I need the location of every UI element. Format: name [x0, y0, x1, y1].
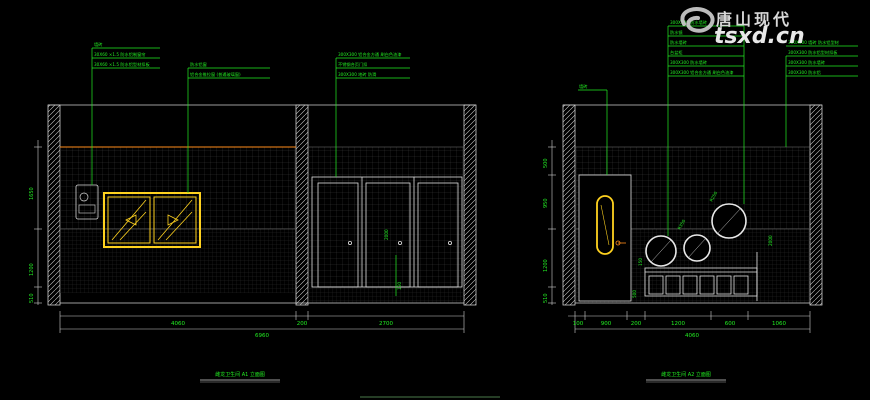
left-view-title: 雌龙卫生间 A1 立面图 — [215, 371, 265, 378]
right-hdim-total: 4060 — [685, 333, 699, 339]
left-hdim-2: 200 — [297, 321, 308, 327]
left-callout-6: 300X300 铝合金方通 刷白色油漆 — [338, 51, 401, 58]
right-hdim-3: 200 — [631, 321, 642, 327]
left-hdim-1: 4060 — [171, 321, 185, 327]
left-callout-8: 300X300 地砖 防滑 — [338, 71, 376, 78]
stall-tile-area — [308, 147, 464, 287]
right-fixture-dim-1: 150 — [638, 258, 643, 266]
right-vdim-4: 500 — [543, 158, 549, 168]
right-vdim-1: 510 — [543, 293, 549, 303]
left-hdim-total: 6960 — [255, 333, 269, 339]
left-elevation: 墙砖 30X60 ×1.5 防水铝制窗帘 30X60 ×1.5 防水铝型材扣板 … — [29, 41, 477, 383]
left-hdim-3: 2700 — [379, 321, 393, 327]
right-view-left-wall — [562, 104, 576, 306]
right-hdim-1: 100 — [573, 321, 584, 327]
right-view-title: 雌龙卫生间 A2 立面图 — [661, 371, 711, 378]
left-callout-4: 防水铝窗 — [190, 61, 207, 68]
middle-wall-hatch — [295, 104, 309, 306]
right-hdim-5: 600 — [725, 321, 736, 327]
right-callout-6: 300X300 防水墙砖 — [670, 59, 707, 66]
left-door-dim-1: 2000 — [384, 229, 389, 240]
right-fixture-dim-5: 2000 — [768, 235, 773, 246]
left-vdim-1: 510 — [29, 293, 35, 303]
watermark-domain-text: tsxd.cn — [714, 24, 805, 49]
cad-elevation-drawing: 墙砖 30X60 ×1.5 防水铝制窗帘 30X60 ×1.5 防水铝型材扣板 … — [29, 7, 858, 398]
right-fixture-dim-2: 500 — [632, 290, 637, 298]
left-callout-2: 30X60 ×1.5 防水铝制窗帘 — [94, 51, 145, 58]
right-callout-7: 300X300 铝合金方通 刷白色油漆 — [670, 69, 733, 76]
lower-tile-area — [60, 229, 296, 293]
right-elevation: 墙砖 300X300 防水墙砖 防水镜 防水墙砖 台盆柜 300X300 防水墙… — [543, 19, 858, 383]
left-callout-5: 铝合金推拉窗 (普通玻璃窗) — [190, 71, 241, 78]
left-door-dim-2: 150 — [397, 282, 402, 290]
right-hdim-2: 900 — [601, 321, 612, 327]
right-wall-hatch — [463, 104, 477, 306]
right-view-right-wall — [809, 104, 823, 306]
right-vdim-3: 950 — [543, 198, 549, 208]
right-callout-11: 300X300 防水铝 — [788, 69, 821, 76]
left-callout-1: 墙砖 — [94, 41, 102, 48]
left-wall-hatch — [47, 104, 61, 306]
right-callout-10: 300X300 防水墙砖 — [788, 59, 825, 66]
right-hdim-4: 1200 — [671, 321, 685, 327]
left-callout-3: 30X60 ×1.5 防水铝型材扣板 — [94, 61, 150, 68]
right-hdim-6: 1060 — [772, 321, 786, 327]
left-callout-7: 不锈钢合页门扣 — [338, 61, 367, 68]
entry-door — [578, 174, 632, 302]
left-vdim-2: 1200 — [29, 263, 35, 276]
right-callout-1: 墙砖 — [579, 83, 587, 90]
left-vdim-3: 1650 — [29, 187, 35, 200]
right-vdim-2: 1200 — [543, 259, 549, 272]
